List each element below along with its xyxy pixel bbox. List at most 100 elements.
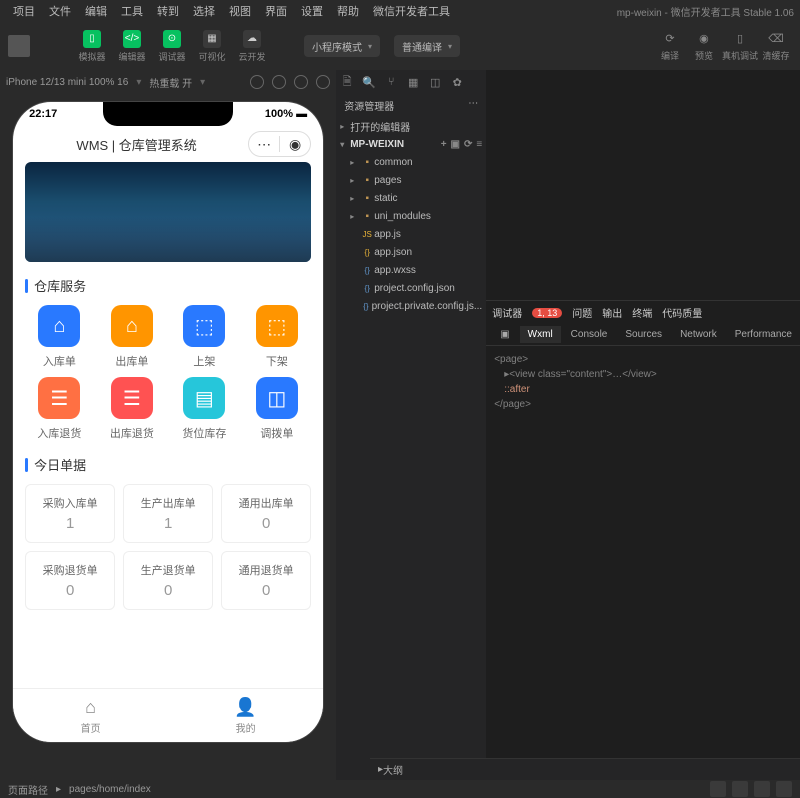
file-item[interactable]: {}project.config.json: [336, 279, 486, 297]
menu-tools[interactable]: 工具: [114, 3, 150, 19]
file-item[interactable]: JSapp.js: [336, 225, 486, 243]
folder-icon: ▪: [360, 193, 374, 204]
tab-home[interactable]: ⌂首页: [13, 689, 168, 742]
devtools-tab-console[interactable]: Console: [563, 326, 616, 343]
stat-card[interactable]: 采购退货单 0: [25, 551, 115, 610]
banner-image[interactable]: [25, 162, 311, 262]
play-icon: ⟳: [662, 31, 678, 47]
devtools-tab-sources[interactable]: Sources: [617, 326, 670, 343]
stat-title: 通用退货单: [226, 562, 306, 578]
menu-select[interactable]: 选择: [186, 3, 222, 19]
folder-item[interactable]: ▸▪uni_modules: [336, 207, 486, 225]
menu-goto[interactable]: 转到: [150, 3, 186, 19]
device-select[interactable]: iPhone 12/13 mini 100% 16: [6, 77, 128, 88]
menu-ui[interactable]: 界面: [258, 3, 294, 19]
service-item[interactable]: ▤ 货位库存: [170, 377, 239, 441]
footer-icon[interactable]: [776, 781, 792, 797]
mode-select[interactable]: 小程序模式▾: [304, 35, 380, 57]
stat-value: 0: [30, 582, 110, 599]
sim-action-icon[interactable]: [250, 75, 264, 89]
devtools-elements-icon[interactable]: ▣: [492, 326, 517, 343]
explorer-title: 资源管理器: [344, 98, 394, 113]
new-folder-icon[interactable]: ▣: [451, 139, 460, 150]
footer-icon[interactable]: [754, 781, 770, 797]
page-path[interactable]: pages/home/index: [69, 784, 151, 795]
compile-button[interactable]: ⟳编译: [654, 31, 686, 62]
device-icon: ▯: [732, 31, 748, 47]
service-label: 货位库存: [182, 425, 226, 441]
service-item[interactable]: ⬚ 上架: [170, 305, 239, 369]
dbg-tab[interactable]: 输出: [602, 305, 622, 320]
clearcache-button[interactable]: ⌫清缓存: [760, 31, 792, 62]
open-editors-header[interactable]: ▸打开的编辑器: [336, 117, 486, 135]
dbg-tab[interactable]: 终端: [632, 305, 652, 320]
tab-mine[interactable]: 👤我的: [168, 689, 323, 742]
visual-button[interactable]: ▦可视化: [194, 26, 230, 66]
menu-settings[interactable]: 设置: [294, 3, 330, 19]
service-label: 上架: [193, 353, 215, 369]
stat-card[interactable]: 生产退货单 0: [123, 551, 213, 610]
files-tab-icon[interactable]: 🗎: [340, 75, 354, 89]
tab-bar: ⌂首页 👤我的: [13, 688, 323, 742]
editor-button[interactable]: </>编辑器: [114, 26, 150, 66]
cloud-button[interactable]: ☁云开发: [234, 26, 270, 66]
chevron-down-icon: ▾: [448, 42, 452, 51]
dom-tree[interactable]: <page> ▸<view class="content">…</view> :…: [486, 346, 800, 418]
devtools-tab-wxml[interactable]: Wxml: [520, 326, 561, 343]
outline-header[interactable]: ▸ 大纲: [370, 758, 800, 780]
new-file-icon[interactable]: +: [441, 139, 447, 150]
wechat-tab-icon[interactable]: ✿: [450, 75, 464, 89]
service-item[interactable]: ⬚ 下架: [243, 305, 312, 369]
realdev-button[interactable]: ▯真机调试: [722, 31, 758, 62]
footer-icon[interactable]: [732, 781, 748, 797]
capsule-more-icon[interactable]: ⋯: [249, 136, 279, 153]
file-item[interactable]: {}project.private.config.js...: [336, 297, 486, 315]
service-item[interactable]: ☰ 入库退货: [25, 377, 94, 441]
service-item[interactable]: ⌂ 入库单: [25, 305, 94, 369]
error-badge[interactable]: 1, 13: [532, 308, 562, 318]
service-item[interactable]: ⌂ 出库单: [98, 305, 167, 369]
file-item[interactable]: {}app.json: [336, 243, 486, 261]
stat-card[interactable]: 生产出库单 1: [123, 484, 213, 543]
file-icon: {}: [360, 284, 374, 293]
collapse-icon[interactable]: ≡: [476, 139, 482, 150]
avatar[interactable]: [8, 35, 30, 57]
sim-action-icon[interactable]: [294, 75, 308, 89]
menu-devtools[interactable]: 微信开发者工具: [366, 3, 457, 19]
ext-tab-icon[interactable]: ◫: [428, 75, 442, 89]
ellipsis-icon[interactable]: ⋯: [468, 98, 478, 113]
stat-card[interactable]: 通用退货单 0: [221, 551, 311, 610]
refresh-icon[interactable]: ⟳: [464, 139, 472, 150]
service-item[interactable]: ☰ 出库退货: [98, 377, 167, 441]
folder-item[interactable]: ▸▪static: [336, 189, 486, 207]
footer-icon[interactable]: [710, 781, 726, 797]
debugger-button[interactable]: ⊙调试器: [154, 26, 190, 66]
git-tab-icon[interactable]: ⑂: [384, 75, 398, 89]
menu-view[interactable]: 视图: [222, 3, 258, 19]
ext-tab-icon[interactable]: ▦: [406, 75, 420, 89]
sim-action-icon[interactable]: [272, 75, 286, 89]
sim-action-icon[interactable]: [316, 75, 330, 89]
project-header[interactable]: ▾MP-WEIXIN +▣⟳≡: [336, 135, 486, 153]
devtools-tab-network[interactable]: Network: [672, 326, 725, 343]
folder-item[interactable]: ▸▪pages: [336, 171, 486, 189]
menu-file[interactable]: 文件: [42, 3, 78, 19]
hot-reload-toggle[interactable]: 热重载 开: [149, 75, 192, 90]
dbg-tab[interactable]: 代码质量: [662, 305, 702, 320]
service-item[interactable]: ◫ 调拨单: [243, 377, 312, 441]
capsule-close-icon[interactable]: ◉: [280, 136, 310, 153]
stat-card[interactable]: 通用出库单 0: [221, 484, 311, 543]
preview-button[interactable]: ◉预览: [688, 31, 720, 62]
compile-mode-select[interactable]: 普通编译▾: [394, 35, 460, 57]
dbg-tab[interactable]: 问题: [572, 305, 592, 320]
stat-card[interactable]: 采购入库单 1: [25, 484, 115, 543]
search-tab-icon[interactable]: 🔍: [362, 75, 376, 89]
folder-item[interactable]: ▸▪common: [336, 153, 486, 171]
menu-help[interactable]: 帮助: [330, 3, 366, 19]
file-item[interactable]: {}app.wxss: [336, 261, 486, 279]
service-label: 出库退货: [110, 425, 154, 441]
simulator-button[interactable]: ▯模拟器: [74, 26, 110, 66]
devtools-tab-performance[interactable]: Performance: [727, 326, 800, 343]
menu-project[interactable]: 项目: [6, 3, 42, 19]
menu-edit[interactable]: 编辑: [78, 3, 114, 19]
